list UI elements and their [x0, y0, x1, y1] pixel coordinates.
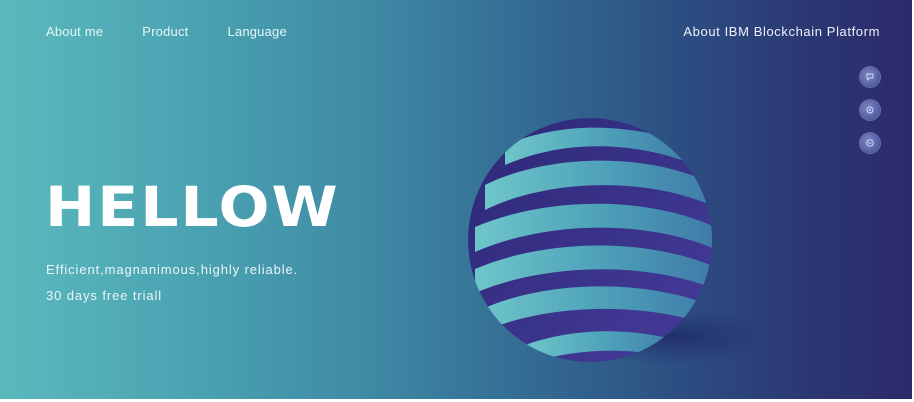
- top-nav: About me Product Language: [46, 24, 326, 39]
- globe-illustration: [465, 115, 775, 375]
- chat-icon[interactable]: [860, 67, 880, 87]
- hero-tagline: Efficient,magnanimous,highly reliable.: [46, 262, 299, 277]
- share-icon[interactable]: [860, 100, 880, 120]
- free-trial-link[interactable]: 30 days free triall: [46, 288, 162, 303]
- hero-banner: About me Product Language About IBM Bloc…: [0, 0, 912, 399]
- mail-icon[interactable]: [860, 133, 880, 153]
- nav-language[interactable]: Language: [227, 24, 286, 39]
- nav-about-platform[interactable]: About IBM Blockchain Platform: [683, 24, 880, 39]
- side-icon-bar: [860, 67, 880, 153]
- nav-product[interactable]: Product: [142, 24, 188, 39]
- hero-headline: HELLOW: [45, 175, 340, 240]
- nav-about-me[interactable]: About me: [46, 24, 103, 39]
